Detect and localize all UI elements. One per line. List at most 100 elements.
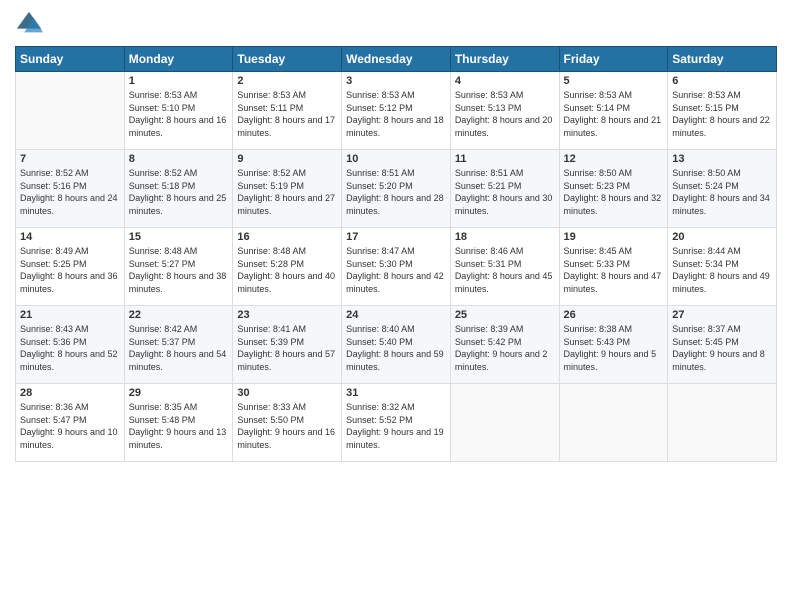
day-detail: Sunrise: 8:49 AMSunset: 5:25 PMDaylight:… <box>20 245 120 295</box>
header-row: SundayMondayTuesdayWednesdayThursdayFrid… <box>16 47 777 72</box>
sunrise-text: Sunrise: 8:50 AM <box>672 167 772 180</box>
day-number: 26 <box>564 309 664 321</box>
sunset-text: Sunset: 5:45 PM <box>672 336 772 349</box>
day-number: 24 <box>346 309 446 321</box>
day-detail: Sunrise: 8:33 AMSunset: 5:50 PMDaylight:… <box>237 401 337 451</box>
day-number: 18 <box>455 231 555 243</box>
day-cell: 2Sunrise: 8:53 AMSunset: 5:11 PMDaylight… <box>233 72 342 150</box>
calendar-header: SundayMondayTuesdayWednesdayThursdayFrid… <box>16 47 777 72</box>
day-cell: 11Sunrise: 8:51 AMSunset: 5:21 PMDayligh… <box>450 150 559 228</box>
day-detail: Sunrise: 8:53 AMSunset: 5:12 PMDaylight:… <box>346 89 446 139</box>
page-header <box>15 10 777 38</box>
day-detail: Sunrise: 8:50 AMSunset: 5:24 PMDaylight:… <box>672 167 772 217</box>
daylight-text: Daylight: 8 hours and 52 minutes. <box>20 348 120 373</box>
day-detail: Sunrise: 8:46 AMSunset: 5:31 PMDaylight:… <box>455 245 555 295</box>
week-row-2: 14Sunrise: 8:49 AMSunset: 5:25 PMDayligh… <box>16 228 777 306</box>
sunrise-text: Sunrise: 8:53 AM <box>129 89 229 102</box>
sunrise-text: Sunrise: 8:37 AM <box>672 323 772 336</box>
day-number: 7 <box>20 153 120 165</box>
day-cell: 14Sunrise: 8:49 AMSunset: 5:25 PMDayligh… <box>16 228 125 306</box>
day-cell: 7Sunrise: 8:52 AMSunset: 5:16 PMDaylight… <box>16 150 125 228</box>
daylight-text: Daylight: 8 hours and 18 minutes. <box>346 114 446 139</box>
sunrise-text: Sunrise: 8:52 AM <box>129 167 229 180</box>
day-cell: 9Sunrise: 8:52 AMSunset: 5:19 PMDaylight… <box>233 150 342 228</box>
sunrise-text: Sunrise: 8:38 AM <box>564 323 664 336</box>
daylight-text: Daylight: 8 hours and 25 minutes. <box>129 192 229 217</box>
day-detail: Sunrise: 8:44 AMSunset: 5:34 PMDaylight:… <box>672 245 772 295</box>
sunrise-text: Sunrise: 8:53 AM <box>346 89 446 102</box>
sunrise-text: Sunrise: 8:40 AM <box>346 323 446 336</box>
sunset-text: Sunset: 5:20 PM <box>346 180 446 193</box>
day-cell: 13Sunrise: 8:50 AMSunset: 5:24 PMDayligh… <box>668 150 777 228</box>
daylight-text: Daylight: 8 hours and 47 minutes. <box>564 270 664 295</box>
day-cell: 10Sunrise: 8:51 AMSunset: 5:20 PMDayligh… <box>342 150 451 228</box>
day-cell: 24 Sunrise: 8:40 AMSunset: 5:40 PMDayligh… <box>342 306 451 384</box>
sunrise-text: Sunrise: 8:32 AM <box>346 401 446 414</box>
sunset-text: Sunset: 5:52 PM <box>346 414 446 427</box>
daylight-text: Daylight: 9 hours and 19 minutes. <box>346 426 446 451</box>
day-cell: 16Sunrise: 8:48 AMSunset: 5:28 PMDayligh… <box>233 228 342 306</box>
header-cell-thursday: Thursday <box>450 47 559 72</box>
header-cell-monday: Monday <box>124 47 233 72</box>
day-detail: Sunrise: 8:47 AMSunset: 5:30 PMDaylight:… <box>346 245 446 295</box>
sunrise-text: Sunrise: 8:50 AM <box>564 167 664 180</box>
day-number: 4 <box>455 75 555 87</box>
week-row-3: 21Sunrise: 8:43 AMSunset: 5:36 PMDayligh… <box>16 306 777 384</box>
day-cell: 1Sunrise: 8:53 AMSunset: 5:10 PMDaylight… <box>124 72 233 150</box>
sunset-text: Sunset: 5:11 PM <box>237 102 337 115</box>
day-detail: Sunrise: 8:53 AMSunset: 5:13 PMDaylight:… <box>455 89 555 139</box>
day-detail: Sunrise: 8:40 AMSunset: 5:40 PMDaylight:… <box>346 323 446 373</box>
day-cell: 19Sunrise: 8:45 AMSunset: 5:33 PMDayligh… <box>559 228 668 306</box>
day-cell: 22Sunrise: 8:42 AMSunset: 5:37 PMDayligh… <box>124 306 233 384</box>
day-number: 30 <box>237 387 337 399</box>
day-detail: Sunrise: 8:52 AMSunset: 5:19 PMDaylight:… <box>237 167 337 217</box>
sunset-text: Sunset: 5:13 PM <box>455 102 555 115</box>
daylight-text: Daylight: 8 hours and 24 minutes. <box>20 192 120 217</box>
day-detail: Sunrise: 8:50 AMSunset: 5:23 PMDaylight:… <box>564 167 664 217</box>
day-cell: 15Sunrise: 8:48 AMSunset: 5:27 PMDayligh… <box>124 228 233 306</box>
daylight-text: Daylight: 8 hours and 20 minutes. <box>455 114 555 139</box>
day-cell: 20Sunrise: 8:44 AMSunset: 5:34 PMDayligh… <box>668 228 777 306</box>
week-row-4: 28Sunrise: 8:36 AMSunset: 5:47 PMDayligh… <box>16 384 777 462</box>
day-number: 22 <box>129 309 229 321</box>
daylight-text: Daylight: 8 hours and 17 minutes. <box>237 114 337 139</box>
sunset-text: Sunset: 5:16 PM <box>20 180 120 193</box>
logo <box>15 10 47 38</box>
sunset-text: Sunset: 5:24 PM <box>672 180 772 193</box>
daylight-text: Daylight: 8 hours and 32 minutes. <box>564 192 664 217</box>
day-number: 16 <box>237 231 337 243</box>
day-cell: 29Sunrise: 8:35 AMSunset: 5:48 PMDayligh… <box>124 384 233 462</box>
header-cell-tuesday: Tuesday <box>233 47 342 72</box>
daylight-text: Daylight: 9 hours and 5 minutes. <box>564 348 664 373</box>
day-detail: Sunrise: 8:38 AMSunset: 5:43 PMDaylight:… <box>564 323 664 373</box>
sunset-text: Sunset: 5:36 PM <box>20 336 120 349</box>
sunrise-text: Sunrise: 8:53 AM <box>237 89 337 102</box>
day-detail: Sunrise: 8:32 AMSunset: 5:52 PMDaylight:… <box>346 401 446 451</box>
sunset-text: Sunset: 5:19 PM <box>237 180 337 193</box>
sunset-text: Sunset: 5:31 PM <box>455 258 555 271</box>
sunrise-text: Sunrise: 8:45 AM <box>564 245 664 258</box>
sunrise-text: Sunrise: 8:41 AM <box>237 323 337 336</box>
day-detail: Sunrise: 8:43 AMSunset: 5:36 PMDaylight:… <box>20 323 120 373</box>
sunset-text: Sunset: 5:34 PM <box>672 258 772 271</box>
week-row-0: 1Sunrise: 8:53 AMSunset: 5:10 PMDaylight… <box>16 72 777 150</box>
sunset-text: Sunset: 5:25 PM <box>20 258 120 271</box>
daylight-text: Daylight: 8 hours and 45 minutes. <box>455 270 555 295</box>
sunrise-text: Sunrise: 8:42 AM <box>129 323 229 336</box>
daylight-text: Daylight: 8 hours and 57 minutes. <box>237 348 337 373</box>
sunrise-text: Sunrise: 8:48 AM <box>237 245 337 258</box>
sunrise-text: Sunrise: 8:51 AM <box>455 167 555 180</box>
calendar-table: SundayMondayTuesdayWednesdayThursdayFrid… <box>15 46 777 462</box>
sunrise-text: Sunrise: 8:53 AM <box>564 89 664 102</box>
day-cell: 25Sunrise: 8:39 AMSunset: 5:42 PMDayligh… <box>450 306 559 384</box>
day-number: 29 <box>129 387 229 399</box>
sunset-text: Sunset: 5:28 PM <box>237 258 337 271</box>
day-number: 1 <box>129 75 229 87</box>
sunset-text: Sunset: 5:15 PM <box>672 102 772 115</box>
daylight-text: Daylight: 8 hours and 22 minutes. <box>672 114 772 139</box>
day-detail: Sunrise: 8:45 AMSunset: 5:33 PMDaylight:… <box>564 245 664 295</box>
daylight-text: Daylight: 8 hours and 59 minutes. <box>346 348 446 373</box>
day-cell: 31Sunrise: 8:32 AMSunset: 5:52 PMDayligh… <box>342 384 451 462</box>
day-number: 23 <box>237 309 337 321</box>
calendar-body: 1Sunrise: 8:53 AMSunset: 5:10 PMDaylight… <box>16 72 777 462</box>
